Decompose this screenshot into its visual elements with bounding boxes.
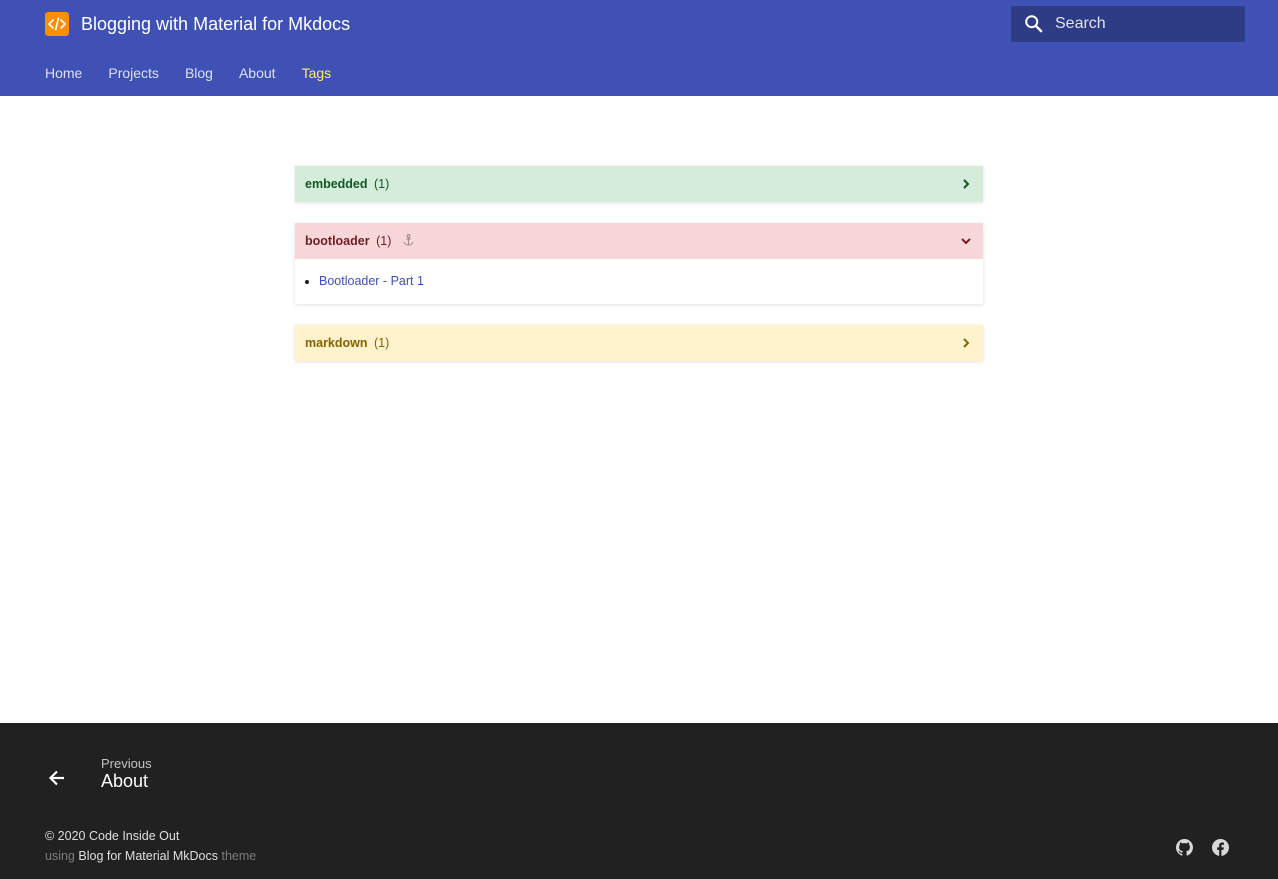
tag-header-markdown[interactable]: markdown (1)	[295, 325, 983, 361]
site-title[interactable]: Blogging with Material for Mkdocs	[81, 13, 350, 35]
arrow-left-icon	[48, 770, 64, 786]
tag-block-bootloader: bootloader (1) Bootloader - Part 1	[295, 223, 983, 304]
site-footer: Previous About © 2020 Code Inside Out us…	[0, 723, 1278, 879]
search-input[interactable]	[1055, 6, 1241, 42]
tag-post-list: Bootloader - Part 1	[295, 259, 983, 304]
tag-count: (1)	[374, 177, 390, 191]
tag-count: (1)	[374, 336, 390, 350]
chevron-right-icon	[963, 338, 970, 348]
search-box[interactable]	[1011, 6, 1245, 42]
facebook-icon[interactable]	[1212, 839, 1229, 856]
tab-projects[interactable]: Projects	[108, 64, 159, 82]
search-icon	[1025, 15, 1043, 33]
tag-count: (1)	[376, 234, 392, 248]
credit-prefix: using	[45, 849, 75, 863]
copyright: © 2020 Code Inside Out	[45, 829, 180, 843]
tag-list: embedded (1) bootloader (1) Bootl	[295, 166, 983, 382]
tag-block-embedded: embedded (1)	[295, 166, 983, 202]
code-icon[interactable]	[45, 12, 69, 36]
previous-page-link[interactable]: Previous About	[45, 756, 265, 796]
tag-block-markdown: markdown (1)	[295, 325, 983, 361]
theme-credit: using Blog for Material MkDocs theme	[45, 849, 256, 863]
credit-suffix: theme	[221, 849, 257, 863]
tab-blog[interactable]: Blog	[185, 64, 213, 82]
chevron-right-icon	[963, 179, 970, 189]
tab-tags[interactable]: Tags	[302, 64, 332, 82]
previous-title: About	[101, 771, 149, 791]
tag-header-embedded[interactable]: embedded (1)	[295, 166, 983, 202]
tag-name: bootloader	[305, 234, 370, 248]
tab-home[interactable]: Home	[45, 64, 82, 82]
post-link[interactable]: Bootloader - Part 1	[319, 274, 424, 288]
site-header: Blogging with Material for Mkdocs Home P…	[0, 0, 1278, 96]
chevron-down-icon	[961, 238, 971, 245]
list-item: Bootloader - Part 1	[319, 273, 973, 289]
anchor-icon[interactable]	[403, 234, 414, 246]
tag-name: embedded	[305, 177, 368, 191]
previous-caption: Previous	[101, 756, 152, 771]
tab-about[interactable]: About	[239, 64, 276, 82]
github-icon[interactable]	[1176, 839, 1193, 856]
tag-name: markdown	[305, 336, 368, 350]
tag-header-bootloader[interactable]: bootloader (1)	[295, 223, 983, 259]
theme-link[interactable]: Blog for Material MkDocs	[78, 849, 218, 863]
nav-tabs: Home Projects Blog About Tags	[45, 64, 357, 82]
